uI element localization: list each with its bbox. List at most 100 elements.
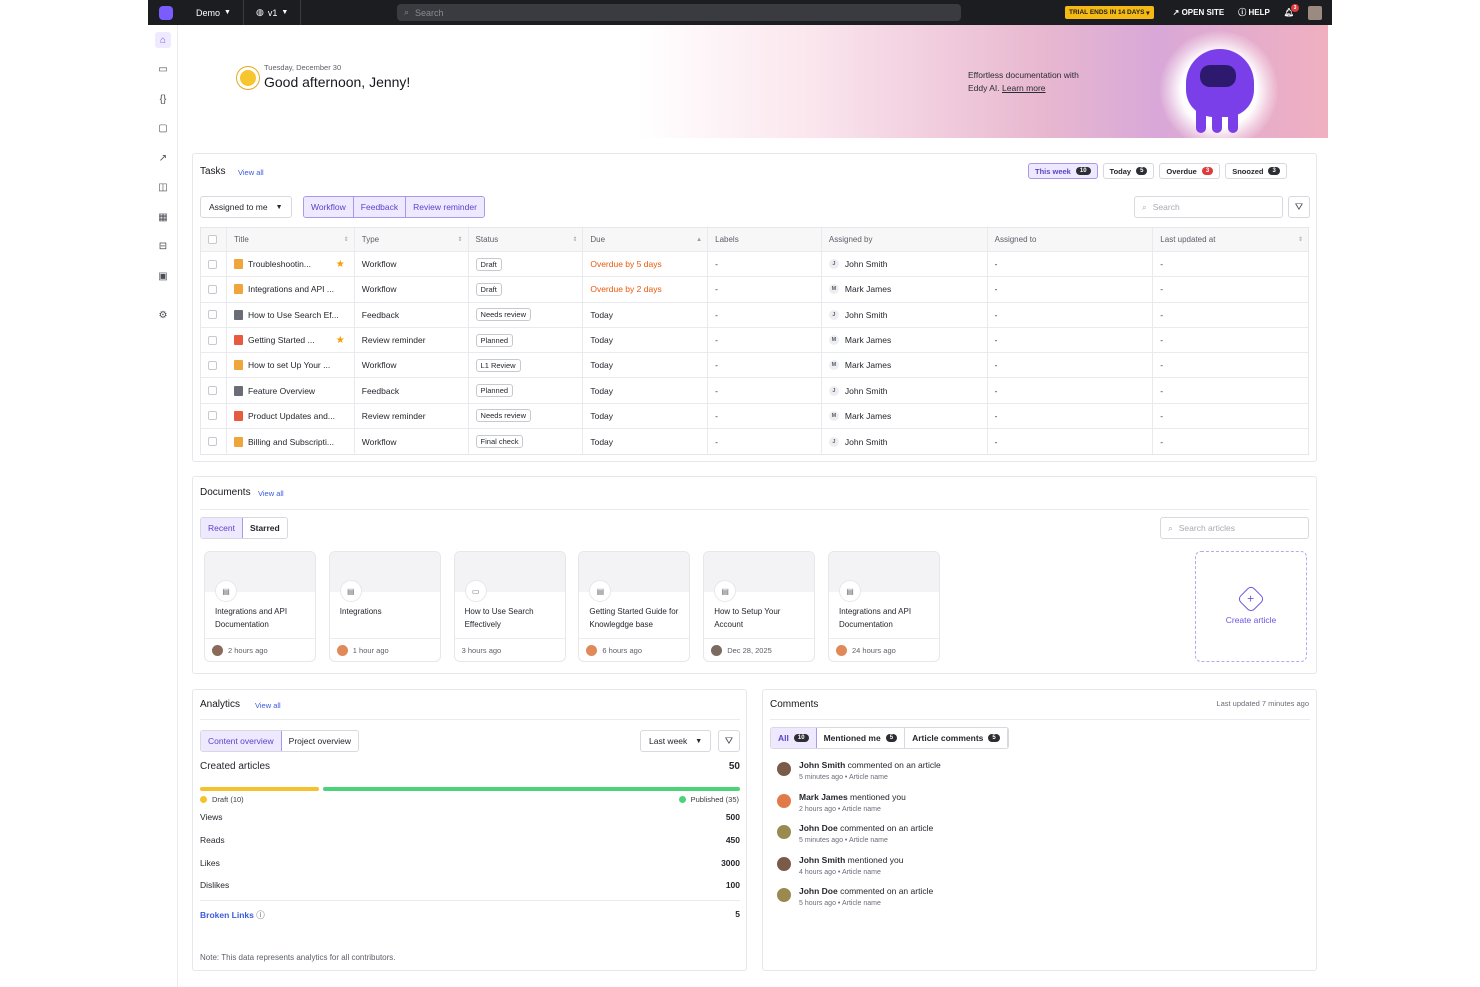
last-updated-value: - bbox=[1160, 360, 1164, 371]
notifications-button[interactable]: 🔔︎ 3 bbox=[1284, 4, 1299, 17]
articles-search-input[interactable]: ⌕ Search articles bbox=[1160, 517, 1309, 539]
docs-compare-icon[interactable]: ◫ bbox=[155, 179, 171, 195]
task-type-filter: Workflow Feedback Review reminder bbox=[303, 196, 485, 218]
tasks-search-input[interactable]: ⌕ Search bbox=[1134, 196, 1283, 218]
column-header-assigned-to[interactable]: Assigned to bbox=[988, 228, 1154, 251]
title-cell[interactable]: Product Updates and... bbox=[227, 403, 355, 429]
star-icon[interactable]: ★ bbox=[336, 259, 345, 270]
row-checkbox[interactable] bbox=[208, 310, 217, 320]
learn-more-link[interactable]: Learn more bbox=[1002, 83, 1045, 93]
broken-links-link[interactable]: Broken Links ⓘ bbox=[200, 909, 265, 921]
row-checkbox[interactable] bbox=[208, 437, 217, 447]
column-header-due[interactable]: Due ▲ bbox=[583, 228, 709, 251]
table-row[interactable]: Getting Started ... ★ Review reminder Plann… bbox=[201, 327, 1308, 354]
document-card[interactable]: ▤ Integrations 1 hour ago bbox=[328, 551, 441, 662]
task-filter-overdue[interactable]: Overdue 3 bbox=[1159, 163, 1221, 179]
create-article-button[interactable]: + Create article bbox=[1195, 551, 1307, 662]
tab-recent[interactable]: Recent bbox=[201, 518, 243, 538]
commenter-name[interactable]: John Doe bbox=[799, 886, 838, 896]
chat-icon[interactable]: ▢ bbox=[155, 120, 171, 136]
comment-tab-article-comments[interactable]: Article comments 5 bbox=[905, 728, 1008, 748]
comment-tab-mentioned-me[interactable]: Mentioned me 5 bbox=[816, 728, 906, 748]
column-header-labels[interactable]: Labels bbox=[708, 228, 822, 251]
column-header-status[interactable]: Status ⇕ bbox=[469, 228, 584, 251]
commenter-name[interactable]: John Smith bbox=[799, 760, 845, 770]
title-cell[interactable]: Billing and Subscripti... bbox=[227, 429, 355, 455]
table-row[interactable]: How to set Up Your ... Workflow L1 Review T… bbox=[201, 353, 1308, 379]
table-row[interactable]: Product Updates and... Review reminder Nee… bbox=[201, 403, 1308, 430]
documents-view-all-link[interactable]: View all bbox=[258, 489, 284, 498]
document-card[interactable]: ▤ Integrations and API Documentation 24 ho… bbox=[828, 551, 940, 662]
table-row[interactable]: How to Use Search Ef... Feedback Needs rev… bbox=[201, 302, 1308, 328]
article-link[interactable]: Article name bbox=[849, 837, 888, 844]
trial-badge[interactable]: TRIAL ENDS IN 14 DAYS ▾ bbox=[1065, 6, 1154, 19]
code-braces-icon[interactable]: {} bbox=[155, 91, 171, 107]
type-filter-workflow[interactable]: Workflow bbox=[304, 197, 354, 217]
document-icon: ▤ bbox=[339, 580, 362, 602]
commenter-name[interactable]: John Smith bbox=[799, 855, 845, 865]
analytics-icon[interactable]: ↗ bbox=[155, 150, 171, 166]
version-switcher[interactable]: ◍ v1 ▼ bbox=[244, 0, 302, 25]
user-avatar[interactable] bbox=[1308, 5, 1322, 20]
app-logo[interactable] bbox=[148, 0, 184, 25]
title-cell[interactable]: Troubleshootin... ★ bbox=[227, 252, 355, 277]
column-header-type[interactable]: Type ⇕ bbox=[355, 228, 469, 251]
table-row[interactable]: Billing and Subscripti... Workflow Final c… bbox=[201, 429, 1308, 455]
document-card[interactable]: ▤ How to Setup Your Account Dec 28, 2025 bbox=[703, 551, 816, 662]
document-card[interactable]: ▤ Integrations and API Documentation 2 hou… bbox=[204, 551, 316, 662]
article-link[interactable]: Article name bbox=[842, 900, 881, 907]
article-link[interactable]: Article name bbox=[849, 774, 888, 781]
title-cell[interactable]: Getting Started ... ★ bbox=[227, 327, 355, 353]
table-row[interactable]: Integrations and API ... Workflow Draft Ove… bbox=[201, 277, 1308, 303]
column-header-last-updated-at[interactable]: Last updated at ⇕ bbox=[1153, 228, 1308, 251]
book-icon[interactable]: ▭ bbox=[155, 61, 171, 77]
date-range-dropdown[interactable]: Last week ▼ bbox=[640, 730, 712, 752]
task-filter-this-week[interactable]: This week 10 bbox=[1028, 163, 1098, 179]
row-checkbox[interactable] bbox=[208, 411, 217, 421]
document-card[interactable]: ▤ Getting Started Guide for Knowlegdge ba… bbox=[578, 551, 691, 662]
tab-starred[interactable]: Starred bbox=[242, 518, 287, 538]
row-checkbox[interactable] bbox=[208, 335, 217, 345]
open-site-button[interactable]: ↗ OPEN SITE bbox=[1173, 8, 1225, 17]
task-filter-snoozed[interactable]: Snoozed 3 bbox=[1225, 163, 1287, 179]
type-filter-review-reminder[interactable]: Review reminder bbox=[406, 197, 484, 217]
global-search-input[interactable]: ⌕ Search bbox=[397, 4, 961, 21]
apps-icon[interactable]: ▦ bbox=[155, 209, 171, 225]
select-all-checkbox[interactable] bbox=[208, 235, 217, 244]
commenter-name[interactable]: John Doe bbox=[799, 823, 838, 833]
table-row[interactable]: Troubleshootin... ★ Workflow Draft Overdue b… bbox=[201, 252, 1308, 278]
row-checkbox[interactable] bbox=[208, 259, 217, 269]
title-cell[interactable]: Feature Overview bbox=[227, 378, 355, 403]
analytics-view-all-link[interactable]: View all bbox=[255, 701, 281, 710]
analytics-filter-button[interactable]: ⛛ bbox=[718, 730, 740, 752]
home-icon[interactable]: ⌂ bbox=[155, 32, 171, 48]
commenter-name[interactable]: Mark James bbox=[799, 792, 848, 802]
table-row[interactable]: Feature Overview Feedback Planned Today - J Jo… bbox=[201, 378, 1308, 404]
column-header-title[interactable]: Title ⇕ bbox=[227, 228, 355, 251]
workspace-switcher[interactable]: Demo ▼ bbox=[184, 0, 244, 25]
devices-icon[interactable]: ▣ bbox=[155, 268, 171, 284]
comment-tab-all[interactable]: All 10 bbox=[771, 728, 817, 748]
document-card[interactable]: ▭ How to Use Search Effectively 3 hours ag… bbox=[453, 551, 566, 662]
title-cell[interactable]: How to Use Search Ef... bbox=[227, 302, 355, 327]
tasks-view-all-link[interactable]: View all bbox=[238, 168, 264, 177]
tasks-filter-button[interactable]: ⛛ bbox=[1288, 196, 1310, 218]
column-header-assigned-by[interactable]: Assigned by bbox=[822, 228, 988, 251]
star-icon[interactable]: ★ bbox=[336, 335, 345, 346]
assigned-to-dropdown[interactable]: Assigned to me ▼ bbox=[200, 196, 292, 218]
help-button[interactable]: ⓘ HELP bbox=[1238, 7, 1270, 18]
title-cell[interactable]: How to set Up Your ... bbox=[227, 353, 355, 378]
settings-icon[interactable]: ⚙ bbox=[155, 307, 171, 323]
tab-project-overview[interactable]: Project overview bbox=[281, 731, 359, 751]
tab-content-overview[interactable]: Content overview bbox=[201, 731, 282, 751]
row-checkbox[interactable] bbox=[208, 386, 217, 396]
type-filter-feedback[interactable]: Feedback bbox=[353, 197, 407, 217]
task-filter-today[interactable]: Today 5 bbox=[1102, 163, 1155, 179]
article-link[interactable]: Article name bbox=[842, 869, 881, 876]
article-link[interactable]: Article name bbox=[842, 806, 881, 813]
layout-icon[interactable]: ⊟ bbox=[155, 238, 171, 254]
row-checkbox[interactable] bbox=[208, 360, 217, 370]
eddy-promo: Effortless documentation with Eddy AI. L… bbox=[968, 69, 1079, 95]
title-cell[interactable]: Integrations and API ... bbox=[227, 277, 355, 302]
row-checkbox[interactable] bbox=[208, 284, 217, 294]
